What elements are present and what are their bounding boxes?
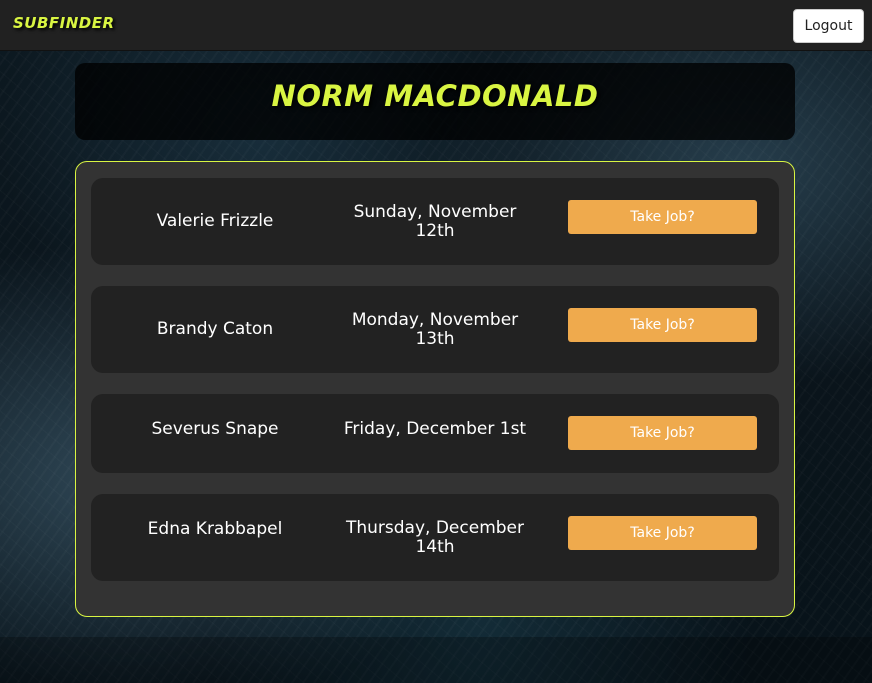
page-title: NORM MACDONALD (271, 79, 599, 113)
job-row: Edna Krabbapel Thursday, December 14th T… (91, 494, 779, 581)
job-teacher-name: Brandy Caton (156, 319, 274, 339)
navbar: SUBFINDER Logout (0, 0, 872, 51)
job-teacher-name: Severus Snape (151, 418, 279, 439)
title-banner: NORM MACDONALD (75, 63, 795, 140)
take-job-button[interactable]: Take Job? (568, 200, 757, 234)
take-job-button[interactable]: Take Job? (568, 308, 757, 342)
take-job-button[interactable]: Take Job? (568, 416, 757, 450)
job-date: Sunday, November 12th (353, 201, 517, 241)
job-teacher-name: Edna Krabbapel (147, 518, 283, 539)
job-date: Friday, December 1st (343, 418, 527, 439)
job-date: Monday, November 13th (351, 309, 519, 349)
job-row: Severus Snape Friday, December 1st Take … (91, 394, 779, 473)
take-job-button[interactable]: Take Job? (568, 516, 757, 550)
jobs-panel: Valerie Frizzle Sunday, November 12th Ta… (75, 161, 795, 617)
page-footer-band (0, 637, 872, 683)
job-date: Thursday, December 14th (345, 517, 524, 557)
brand-logo[interactable]: SUBFINDER (13, 14, 115, 32)
job-row: Valerie Frizzle Sunday, November 12th Ta… (91, 178, 779, 265)
job-teacher-name: Valerie Frizzle (156, 211, 274, 231)
logout-button[interactable]: Logout (793, 9, 864, 43)
job-row: Brandy Caton Monday, November 13th Take … (91, 286, 779, 373)
